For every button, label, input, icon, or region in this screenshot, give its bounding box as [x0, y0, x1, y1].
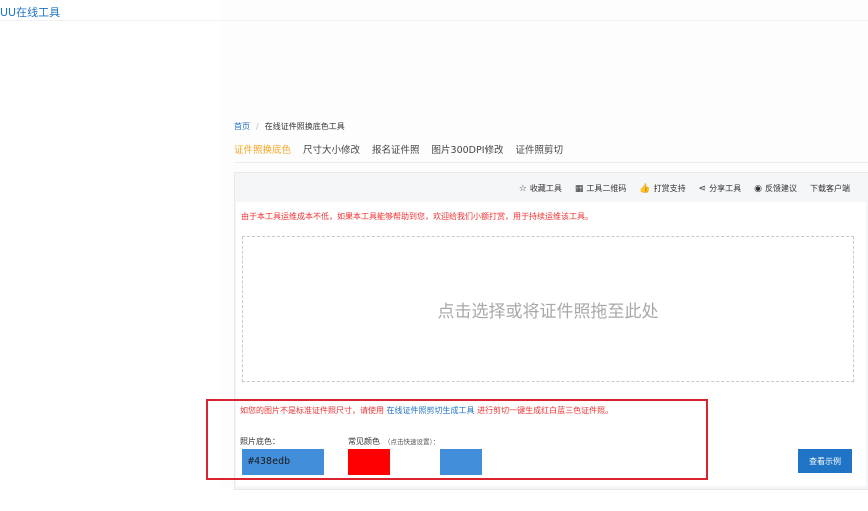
qrcode-icon: ▦	[574, 184, 584, 194]
tabs-divider	[234, 162, 868, 163]
tab-crop[interactable]: 证件照剪切	[516, 142, 564, 156]
feedback-icon: ◉	[754, 184, 762, 194]
crop-tool-link[interactable]: 在线证件照剪切生成工具	[387, 406, 475, 415]
color-swatch-blue[interactable]	[440, 449, 482, 475]
tip-support-button[interactable]: 👍 打赏支持	[639, 183, 685, 194]
tool-qrcode-button[interactable]: ▦ 工具二维码	[575, 183, 627, 194]
share-icon: ⋖	[698, 184, 707, 194]
common-colors-label: 常见颜色 （点击快速设置）：	[348, 436, 439, 447]
tool-toolbar: ☆ 收藏工具 ▦ 工具二维码 👍 打赏支持 ⋖ 分享工具 ◉ 反馈建议 下载客户端	[506, 183, 850, 195]
share-tool-button[interactable]: ⋖ 分享工具	[699, 183, 742, 194]
breadcrumb: 首页 / 在线证件照换底色工具	[234, 121, 345, 132]
tab-exam-photo[interactable]: 报名证件照	[372, 142, 420, 156]
star-icon: ☆	[518, 184, 527, 194]
site-title[interactable]: UU在线工具	[0, 4, 60, 20]
background-color-label: 照片底色：	[240, 437, 280, 446]
breadcrumb-home-link[interactable]: 首页	[234, 122, 250, 131]
feedback-button[interactable]: ◉ 反馈建议	[754, 183, 797, 194]
tab-dpi[interactable]: 图片300DPI修改	[432, 142, 504, 156]
view-example-button[interactable]: 查看示例	[798, 449, 852, 473]
hint-suffix: 进行剪切一键生成红白蓝三色证件照。	[477, 406, 614, 415]
tool-qrcode-label: 工具二维码	[586, 184, 627, 193]
dropzone-text: 点击选择或将证件照拖至此处	[437, 301, 659, 322]
crop-hint: 如您的图片不是标准证件照尺寸，请使用 在线证件照剪切生成工具 进行剪切一键生成红…	[240, 405, 613, 416]
header-divider	[0, 20, 868, 21]
common-colors-sublabel: （点击快速设置）：	[384, 438, 440, 446]
common-colors-title: 常见颜色	[348, 437, 380, 446]
tool-tabs: 证件照换底色 尺寸大小修改 报名证件照 图片300DPI修改 证件照剪切	[234, 142, 575, 160]
color-swatch-red[interactable]	[348, 449, 390, 475]
tip-support-label: 打赏支持	[653, 184, 686, 193]
feedback-label: 反馈建议	[765, 184, 797, 193]
download-client-button[interactable]: 下载客户端	[810, 183, 850, 194]
thumbs-up-icon: 👍	[639, 184, 651, 194]
upload-dropzone[interactable]: 点击选择或将证件照拖至此处	[242, 236, 854, 382]
favorite-tool-label: 收藏工具	[529, 184, 562, 193]
left-panel	[0, 0, 220, 488]
background-color-input[interactable]: #438edb	[242, 449, 324, 475]
hint-prefix: 如您的图片不是标准证件照尺寸，请使用	[240, 406, 384, 415]
share-tool-label: 分享工具	[709, 184, 742, 193]
tab-change-background[interactable]: 证件照换底色	[234, 142, 291, 156]
tab-resize[interactable]: 尺寸大小修改	[303, 142, 360, 156]
donation-notice: 由于本工具运维成本不低，如果本工具能够帮助到您，欢迎给我们小额打赏，用于持续运维…	[241, 212, 593, 221]
breadcrumb-separator: /	[256, 122, 259, 131]
favorite-tool-button[interactable]: ☆ 收藏工具	[519, 183, 562, 194]
breadcrumb-current: 在线证件照换底色工具	[264, 122, 345, 131]
